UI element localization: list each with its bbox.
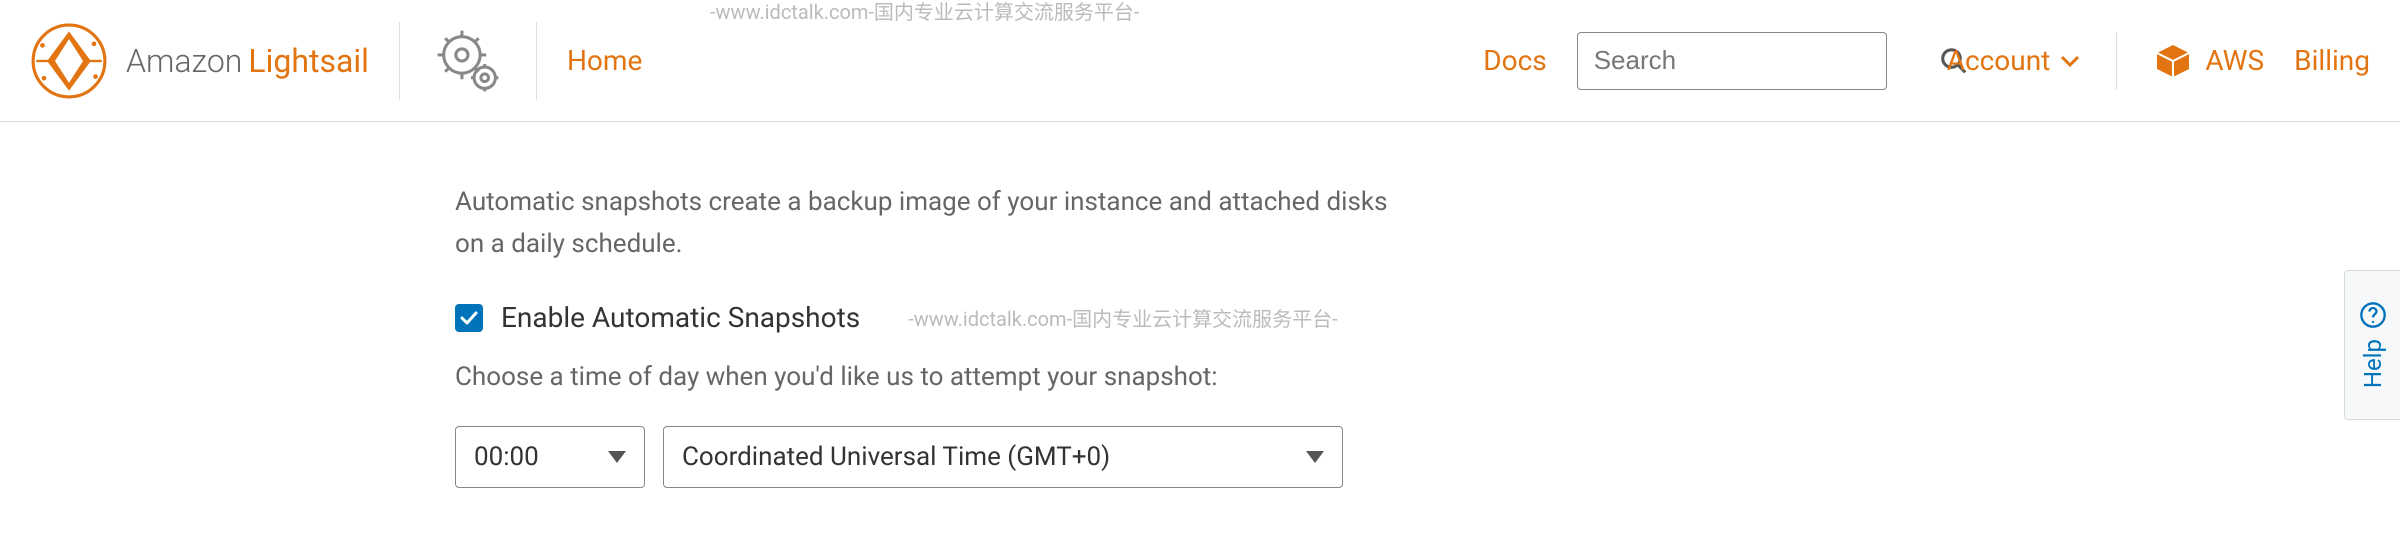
brand-amazon: Amazon xyxy=(126,42,242,80)
watermark-mid: -www.idctalk.com-国内专业云计算交流服务平台- xyxy=(908,303,1337,332)
enable-snapshots-label: Enable Automatic Snapshots xyxy=(501,301,860,334)
settings-gear-icon[interactable] xyxy=(430,23,506,99)
account-label: Account xyxy=(1947,44,2051,77)
lightsail-logo-icon xyxy=(30,22,108,100)
main-content: Automatic snapshots create a backup imag… xyxy=(0,122,1400,488)
check-icon xyxy=(459,308,479,328)
aws-label: AWS xyxy=(2205,44,2264,77)
header-divider-2 xyxy=(536,22,537,100)
chevron-down-icon xyxy=(2060,54,2080,68)
header-right: Docs Account xyxy=(1483,32,2370,90)
brand-lightsail: Lightsail xyxy=(248,42,369,80)
caret-down-icon xyxy=(608,451,626,463)
account-dropdown[interactable]: Account xyxy=(1947,44,2081,77)
brand-logo-group[interactable]: Amazon Lightsail xyxy=(30,22,369,100)
time-select-value: 00:00 xyxy=(474,442,539,472)
search-input[interactable] xyxy=(1594,45,1929,76)
brand-text: Amazon Lightsail xyxy=(126,42,369,80)
snapshot-description: Automatic snapshots create a backup imag… xyxy=(455,182,1400,265)
header-bar: Amazon Lightsail Home Docs xyxy=(0,0,2400,122)
billing-link[interactable]: Billing xyxy=(2294,44,2370,77)
header-divider-3 xyxy=(2116,32,2117,90)
help-question-icon xyxy=(2359,301,2387,329)
enable-snapshots-row: Enable Automatic Snapshots -www.idctalk.… xyxy=(455,301,1400,334)
choose-time-text: Choose a time of day when you'd like us … xyxy=(455,362,1400,392)
search-box[interactable] xyxy=(1577,32,1887,90)
time-selects-row: 00:00 Coordinated Universal Time (GMT+0) xyxy=(455,426,1400,488)
help-tab-label: Help xyxy=(2359,339,2387,388)
timezone-select-value: Coordinated Universal Time (GMT+0) xyxy=(682,442,1110,472)
header-divider xyxy=(399,22,400,100)
time-select[interactable]: 00:00 xyxy=(455,426,645,488)
aws-cube-icon xyxy=(2153,41,2193,81)
enable-snapshots-checkbox[interactable] xyxy=(455,304,483,332)
home-link[interactable]: Home xyxy=(567,44,642,77)
caret-down-icon xyxy=(1306,451,1324,463)
docs-link[interactable]: Docs xyxy=(1483,44,1546,77)
aws-link[interactable]: AWS xyxy=(2153,41,2264,81)
help-tab[interactable]: Help xyxy=(2344,270,2400,420)
timezone-select[interactable]: Coordinated Universal Time (GMT+0) xyxy=(663,426,1343,488)
